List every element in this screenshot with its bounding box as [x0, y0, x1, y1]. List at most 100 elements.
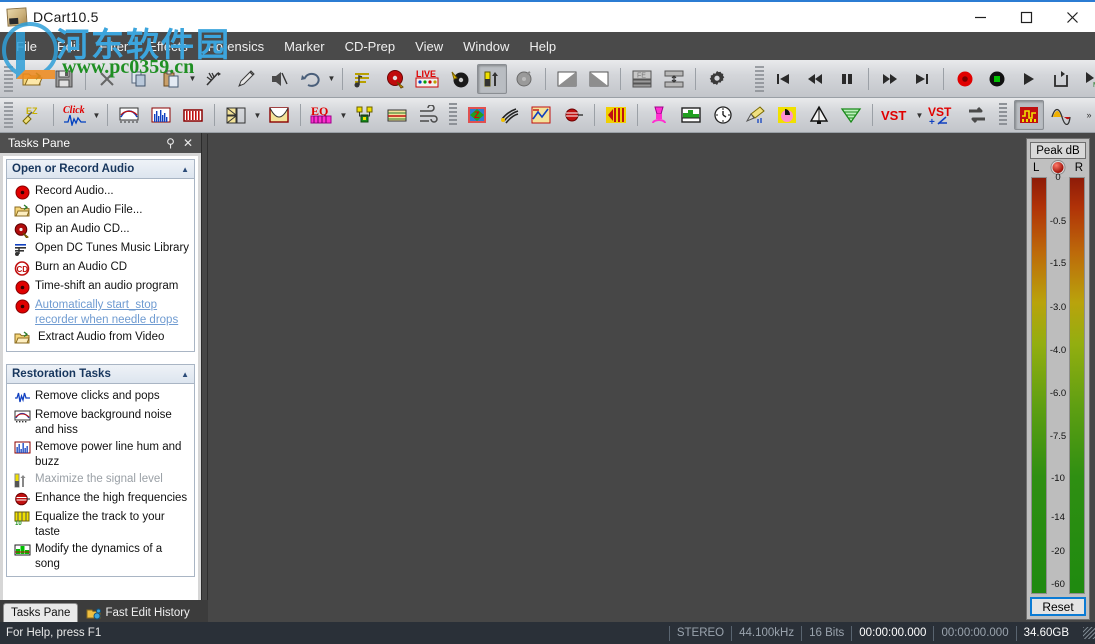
vst-icon[interactable]: VST [879, 100, 913, 130]
vst-add-icon[interactable]: VST + [926, 100, 960, 130]
fast-forward-icon[interactable] [875, 64, 905, 94]
reset-button[interactable]: Reset [1030, 597, 1086, 616]
declip-icon[interactable] [264, 100, 294, 130]
reverb-icon[interactable] [804, 100, 834, 130]
fade-in-icon[interactable] [552, 64, 582, 94]
task-open-dc-tunes[interactable]: Open DC Tunes Music Library [9, 239, 192, 258]
task-equalize-track[interactable]: 10 Equalize the track to your taste [9, 508, 192, 540]
envelope-icon[interactable] [1046, 100, 1076, 130]
toolbar-grip[interactable] [4, 102, 13, 128]
level-meter-icon[interactable] [477, 63, 507, 94]
task-rip-audio-cd[interactable]: Rip an Audio CD... [9, 220, 192, 239]
chevron-up-icon[interactable]: ▲ [181, 370, 189, 379]
record-disc-icon[interactable] [509, 64, 539, 94]
dc-tunes-icon[interactable] [349, 64, 379, 94]
workspace-canvas[interactable] [207, 134, 1025, 620]
pitch-shift-icon[interactable] [526, 100, 556, 130]
skip-end-icon[interactable] [907, 64, 937, 94]
crossfade-dropdown-icon[interactable]: ▼ [252, 100, 263, 130]
play-to-marker-icon[interactable]: M [1078, 64, 1095, 94]
loop-icon[interactable] [1046, 64, 1076, 94]
dynamics-icon[interactable] [644, 100, 674, 130]
spectrogram-icon[interactable] [178, 100, 208, 130]
group-header[interactable]: Restoration Tasks ▲ [7, 365, 194, 384]
rewind-icon[interactable] [800, 64, 830, 94]
clock-icon[interactable] [708, 100, 738, 130]
task-remove-clicks-and-pops[interactable]: Remove clicks and pops [9, 387, 192, 406]
menu-help[interactable]: Help [519, 35, 566, 58]
task-record-audio[interactable]: Record Audio... [9, 182, 192, 201]
copy-icon[interactable] [124, 64, 154, 94]
task-extract-audio-from-video[interactable]: Extract Audio from Video [9, 328, 192, 347]
mute-icon[interactable] [263, 64, 293, 94]
task-open-audio-file[interactable]: Open an Audio File... [9, 201, 192, 220]
record-icon[interactable] [950, 64, 980, 94]
menu-window[interactable]: Window [453, 35, 519, 58]
live-icon[interactable]: LIVE [413, 64, 443, 94]
ez-wizard-icon[interactable]: EZ [17, 100, 47, 130]
refresh-icon[interactable] [962, 100, 992, 130]
resize-grip-icon[interactable] [1083, 627, 1095, 639]
trim-icon[interactable] [199, 64, 229, 94]
continuous-noise-icon[interactable]: Z [462, 100, 492, 130]
edit-pencil-icon[interactable] [231, 64, 261, 94]
fft-bars-icon[interactable] [146, 100, 176, 130]
cut-icon[interactable] [92, 64, 122, 94]
settings-gear-icon[interactable] [702, 64, 732, 94]
merge-icon[interactable] [659, 64, 689, 94]
virtual-valve-icon[interactable] [601, 100, 631, 130]
burn-cd-icon[interactable] [445, 64, 475, 94]
toolbar-grip[interactable] [999, 103, 1007, 127]
chevron-up-icon[interactable]: ▲ [181, 165, 189, 174]
task-remove-power-line-hum[interactable]: Remove power line hum and buzz [9, 438, 192, 470]
menu-marker[interactable]: Marker [274, 35, 334, 58]
tab-fast-edit-history[interactable]: Fast Edit History [78, 603, 197, 622]
eq-icon[interactable]: EQ [307, 100, 337, 130]
multi-band-icon[interactable] [350, 100, 380, 130]
menu-view[interactable]: View [405, 35, 453, 58]
menu-cd-prep[interactable]: CD-Prep [335, 35, 406, 58]
task-remove-background-noise[interactable]: Remove background noise and hiss [9, 406, 192, 438]
eq-dropdown-icon[interactable]: ▼ [338, 100, 349, 130]
crossfade-icon[interactable] [221, 100, 251, 130]
click-dropdown-icon[interactable]: ▼ [91, 100, 102, 130]
noise-wind-icon[interactable] [414, 100, 444, 130]
tab-tasks-pane[interactable]: Tasks Pane [3, 603, 79, 622]
save-icon[interactable] [49, 64, 79, 94]
task-maximize-signal-level[interactable]: Maximize the signal level [9, 470, 192, 489]
waveform-edit-icon[interactable] [1014, 100, 1044, 130]
spectrum-curve-icon[interactable] [114, 100, 144, 130]
toolbar-overflow-icon[interactable]: » [1083, 110, 1095, 120]
play-icon[interactable] [1014, 64, 1044, 94]
task-time-shift[interactable]: Time-shift an audio program [9, 277, 192, 296]
close-button[interactable] [1049, 1, 1095, 33]
task-enhance-high-frequencies[interactable]: Enhance the high frequencies [9, 489, 192, 508]
undo-dropdown-icon[interactable]: ▼ [326, 64, 337, 94]
task-burn-audio-cd[interactable]: CD Burn an Audio CD [9, 258, 192, 277]
open-file-icon[interactable] [17, 64, 47, 94]
task-modify-dynamics[interactable]: Modify the dynamics of a song [9, 540, 192, 572]
pause-icon[interactable] [832, 64, 862, 94]
menu-filter[interactable]: Filter [89, 35, 138, 58]
menu-effects[interactable]: Effects [138, 35, 198, 58]
toolbar-grip[interactable] [4, 65, 13, 92]
click-removal-icon[interactable]: Click [60, 100, 90, 130]
skip-start-icon[interactable] [768, 64, 798, 94]
brush-icon[interactable] [740, 100, 770, 130]
vst-dropdown-icon[interactable]: ▼ [914, 100, 925, 130]
stop-icon[interactable] [982, 64, 1012, 94]
menu-edit[interactable]: Edit [47, 35, 89, 58]
surround-icon[interactable] [836, 100, 866, 130]
hiss-removal-icon[interactable] [494, 100, 524, 130]
harmonic-icon[interactable] [558, 100, 588, 130]
task-auto-start-stop-recorder[interactable]: Automatically start_stop recorder when n… [9, 296, 192, 328]
fe-stack-icon[interactable]: FE [627, 64, 657, 94]
undo-icon[interactable] [295, 64, 325, 94]
maximize-button[interactable] [1003, 1, 1049, 33]
minimize-button[interactable] [957, 1, 1003, 33]
fade-out-icon[interactable] [584, 64, 614, 94]
paste-icon[interactable] [156, 64, 186, 94]
paste-dropdown-icon[interactable]: ▼ [187, 64, 198, 94]
close-icon[interactable]: ✕ [183, 137, 193, 149]
level-editor-icon[interactable] [676, 100, 706, 130]
